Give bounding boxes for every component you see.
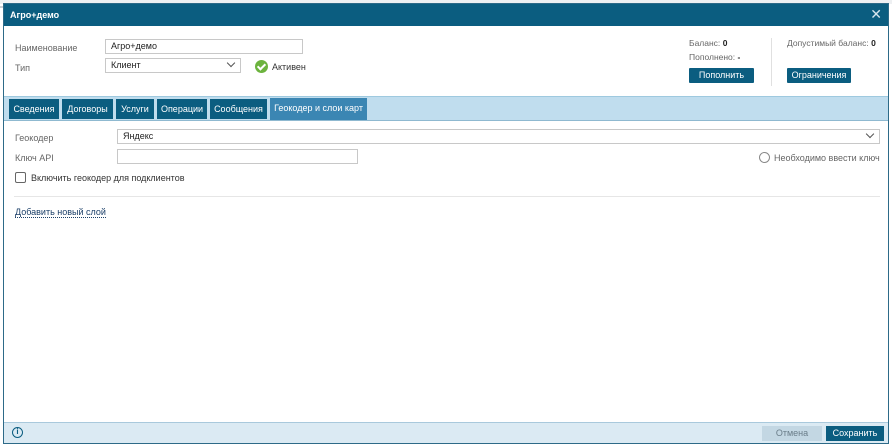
chevron-down-icon	[226, 58, 236, 68]
allowed-balance-value: 0	[871, 38, 876, 48]
tab-bar: Сведения Договоры Услуги Операции Сообще…	[4, 96, 888, 121]
geocoder-select[interactable]: Яндекс	[117, 129, 880, 144]
geocoder-select-value: Яндекс	[123, 131, 154, 141]
tab-geocoder[interactable]: Геокодер и слои карт	[270, 98, 367, 120]
type-select-value: Клиент	[111, 60, 141, 70]
name-label: Наименование	[15, 43, 78, 53]
key-required-text: Необходимо ввести ключ	[774, 153, 880, 163]
name-input[interactable]: Агро+демо	[105, 39, 303, 54]
geocoder-label: Геокодер	[15, 133, 54, 143]
dialog-title: Агро+демо	[10, 10, 60, 20]
replenished-label: Пополнено:	[689, 52, 736, 62]
balance-line: Баланс: 0	[689, 38, 727, 48]
balance-value: 0	[722, 38, 728, 48]
key-required-radio[interactable]	[759, 152, 770, 163]
api-key-label: Ключ API	[15, 153, 54, 163]
topup-button[interactable]: Пополнить	[689, 68, 754, 83]
check-circle-icon	[255, 60, 268, 73]
tab-operations[interactable]: Операции	[157, 99, 207, 119]
subclients-checkbox-label: Включить геокодер для подклиентов	[31, 173, 185, 183]
balance-separator	[771, 38, 772, 86]
tab-messages[interactable]: Сообщения	[210, 99, 267, 119]
replenished-value: -	[737, 52, 741, 62]
allowed-balance-line: Допустимый баланс: 0	[787, 38, 876, 48]
type-select[interactable]: Клиент	[105, 58, 241, 73]
chevron-down-icon	[865, 129, 875, 139]
cancel-button[interactable]: Отмена	[762, 426, 822, 441]
close-icon[interactable]: ✕	[870, 7, 882, 21]
tab-details[interactable]: Сведения	[9, 99, 59, 119]
dialog-footer: i Отмена Сохранить	[4, 422, 888, 443]
tab-contracts[interactable]: Договоры	[62, 99, 113, 119]
status-text: Активен	[272, 62, 306, 72]
limits-button[interactable]: Ограничения	[787, 68, 851, 83]
balance-label: Баланс:	[689, 38, 721, 48]
save-button[interactable]: Сохранить	[826, 426, 884, 441]
add-layer-link[interactable]: Добавить новый слой	[15, 207, 106, 218]
dialog-titlebar: Агро+демо ✕	[4, 4, 888, 26]
replenished-line: Пополнено: -	[689, 52, 740, 62]
api-key-input[interactable]	[117, 149, 358, 164]
allowed-balance-label: Допустимый баланс:	[787, 38, 869, 48]
client-dialog: Агро+демо ✕ Наименование Агро+демо Тип К…	[3, 3, 889, 444]
divider	[14, 196, 880, 197]
tab-services[interactable]: Услуги	[116, 99, 154, 119]
type-label: Тип	[15, 63, 31, 73]
info-icon[interactable]: i	[12, 427, 23, 438]
subclients-checkbox[interactable]	[15, 172, 26, 183]
